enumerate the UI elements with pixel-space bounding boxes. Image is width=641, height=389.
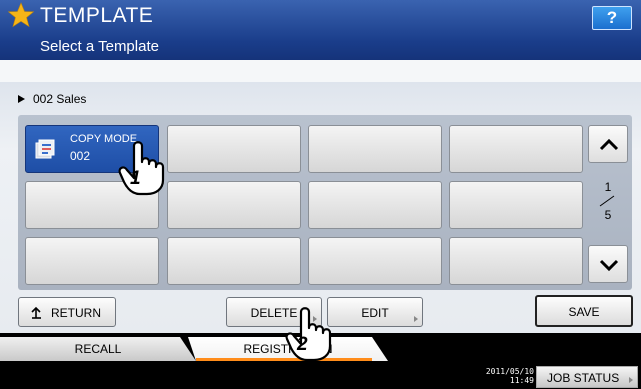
edit-button[interactable]: EDIT: [327, 297, 423, 327]
template-button-11[interactable]: [308, 237, 442, 285]
job-status-label: JOB STATUS: [547, 371, 620, 385]
datetime: 2011/05/10 11:49: [480, 367, 534, 385]
scroll-up-button[interactable]: [588, 125, 628, 163]
step-number: 1: [130, 168, 141, 189]
star-icon: [8, 2, 34, 28]
tab-recall[interactable]: RECALL: [0, 337, 196, 361]
page-total: 5: [604, 208, 612, 222]
scroll-down-button[interactable]: [588, 245, 628, 283]
submenu-indicator-icon: [629, 377, 633, 383]
template-button-10[interactable]: [167, 237, 301, 285]
edit-label: EDIT: [361, 306, 389, 320]
step-number: 2: [297, 334, 308, 355]
help-button[interactable]: ?: [592, 6, 632, 30]
return-label: RETURN: [51, 306, 101, 320]
pointing-hand-icon: [285, 307, 332, 362]
date-text: 2011/05/10: [485, 367, 534, 376]
job-status-button[interactable]: JOB STATUS: [536, 366, 638, 388]
title-bar: TEMPLATE Select a Template ?: [0, 0, 641, 60]
page-current: 1: [604, 180, 612, 194]
tap-hand-annotation-2: 2: [285, 306, 337, 362]
panel-top-strip: [0, 60, 641, 82]
pointing-hand-icon: [118, 141, 165, 196]
template-button-6[interactable]: [167, 181, 301, 229]
save-label: SAVE: [568, 305, 600, 319]
breadcrumb: 002 Sales: [18, 92, 86, 106]
tap-hand-annotation-1: 1: [118, 140, 170, 196]
template-button-4[interactable]: [449, 125, 583, 173]
submenu-indicator-icon: [414, 316, 418, 322]
return-button[interactable]: RETURN: [18, 297, 116, 327]
chevron-down-icon: [599, 259, 619, 272]
save-button[interactable]: SAVE: [535, 295, 633, 327]
template-number: 002: [70, 149, 91, 163]
template-button-7[interactable]: [308, 181, 442, 229]
breadcrumb-label: 002 Sales: [33, 92, 87, 106]
template-button-9[interactable]: [25, 237, 159, 285]
template-button-3[interactable]: [308, 125, 442, 173]
template-button-12[interactable]: [449, 237, 583, 285]
page-divider: [599, 195, 615, 207]
copy-mode-icon: [35, 139, 55, 159]
chevron-up-icon: [599, 138, 619, 151]
template-button-2[interactable]: [167, 125, 301, 173]
page-subtitle: Select a Template: [40, 38, 159, 55]
page-title: TEMPLATE: [40, 4, 154, 27]
template-button-8[interactable]: [449, 181, 583, 229]
play-arrow-icon: [18, 95, 25, 103]
time-text: 11:49: [509, 376, 534, 385]
